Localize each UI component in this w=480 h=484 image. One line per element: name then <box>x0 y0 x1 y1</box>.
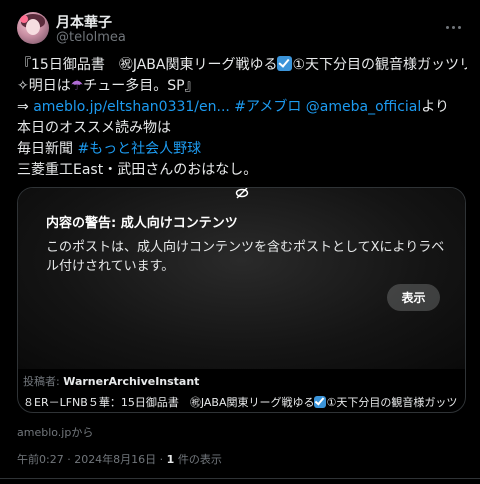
card-title-segment: ①天下分目の観音様ガッツリ... <box>326 396 457 409</box>
tweet-meta: 午前0:27 · 2024年8月16日 · 1 件の表示 <box>17 451 222 467</box>
check-box-icon <box>277 56 293 71</box>
check-box-icon <box>314 396 327 408</box>
hashtag-ameblo[interactable]: #アメブロ <box>230 99 301 115</box>
tweet-line-6: 三菱重工East・武田さんのおはなし。 <box>17 162 258 178</box>
poster-label: 投稿者: <box>23 375 64 388</box>
hashtag-motto-shakaijin-yakyu[interactable]: #もっと社会人野球 <box>77 141 201 157</box>
avatar-face <box>26 19 40 35</box>
show-button[interactable]: 表示 <box>387 284 440 311</box>
tweet-text-segment: 毎日新聞 <box>17 141 78 157</box>
more-icon[interactable] <box>444 14 464 30</box>
avatar[interactable] <box>17 12 49 44</box>
poster-name[interactable]: WarnerArchiveInstant <box>63 375 199 388</box>
eye-off-icon <box>235 188 249 199</box>
tweet-line-2: ✧明日は☂チュー多目。SP』 <box>17 76 467 97</box>
avatar-flower <box>20 15 28 23</box>
tweet-text-segment: ✧明日は <box>17 78 71 94</box>
display-name[interactable]: 月本華子 <box>56 12 112 32</box>
content-warning-body: このポストは、成人向けコンテンツを含むポストとしてXによりラベル付けされています… <box>46 240 445 274</box>
sensitive-media: 内容の警告: 成人向けコンテンツ このポストは、成人向けコンテンツを含むポストと… <box>18 188 465 369</box>
card-title[interactable]: ８ER－LFNB５華：15日御品書 ㊗JABA関東リーグ戦ゆる ①天下分目の観音様… <box>23 394 457 412</box>
tweet-line-4: 本日のオススメ読み物は <box>17 120 171 136</box>
umbrella-icon: ☂ <box>70 78 84 94</box>
mention-ameba-official[interactable]: @ameba_official <box>301 99 421 115</box>
tweet-line-1: 『15日御品書 ㊗JABA関東リーグ戦ゆる ①天下分目の観音様ガッツリ <box>17 55 467 76</box>
card-title-segment: ８ER－LFNB５華：15日御品書 ㊗JABA関東リーグ戦ゆる <box>23 396 315 409</box>
tweet-text-segment: ①天下分目の観音様ガッツリ <box>292 57 467 73</box>
tweet-text-segment: より <box>421 99 449 115</box>
views-label: 件の表示 <box>174 453 222 466</box>
ameblo-link[interactable]: ameblo.jp/eltshan0331/en... <box>33 99 230 115</box>
tweet-line-3: ⇒ ameblo.jp/eltshan0331/en... #アメブロ @ame… <box>17 97 467 118</box>
link-card[interactable]: 内容の警告: 成人向けコンテンツ このポストは、成人向けコンテンツを含むポストと… <box>17 187 466 413</box>
user-handle[interactable]: @telolmea <box>56 30 126 45</box>
timestamp[interactable]: 午前0:27 · 2024年8月16日 · <box>17 453 167 466</box>
tweet-line-5: 毎日新聞 #もっと社会人野球 <box>17 139 467 160</box>
tweet-text-segment: 『15日御品書 ㊗JABA関東リーグ戦ゆる <box>17 57 278 73</box>
card-source[interactable]: ameblo.jpから <box>17 424 93 440</box>
tweet-text-segment: チュー多目。SP』 <box>83 78 199 94</box>
content-warning-title: 内容の警告: 成人向けコンテンツ <box>46 216 238 231</box>
tweet-text: 『15日御品書 ㊗JABA関東リーグ戦ゆる ①天下分目の観音様ガッツリ ✧明日は☂… <box>17 55 467 181</box>
divider <box>0 478 480 479</box>
arrow-text: ⇒ <box>17 99 34 115</box>
poster-line: 投稿者: WarnerArchiveInstant <box>23 373 199 389</box>
tweet-detail: 月本華子 @telolmea 『15日御品書 ㊗JABA関東リーグ戦ゆる ①天下分… <box>0 0 480 484</box>
